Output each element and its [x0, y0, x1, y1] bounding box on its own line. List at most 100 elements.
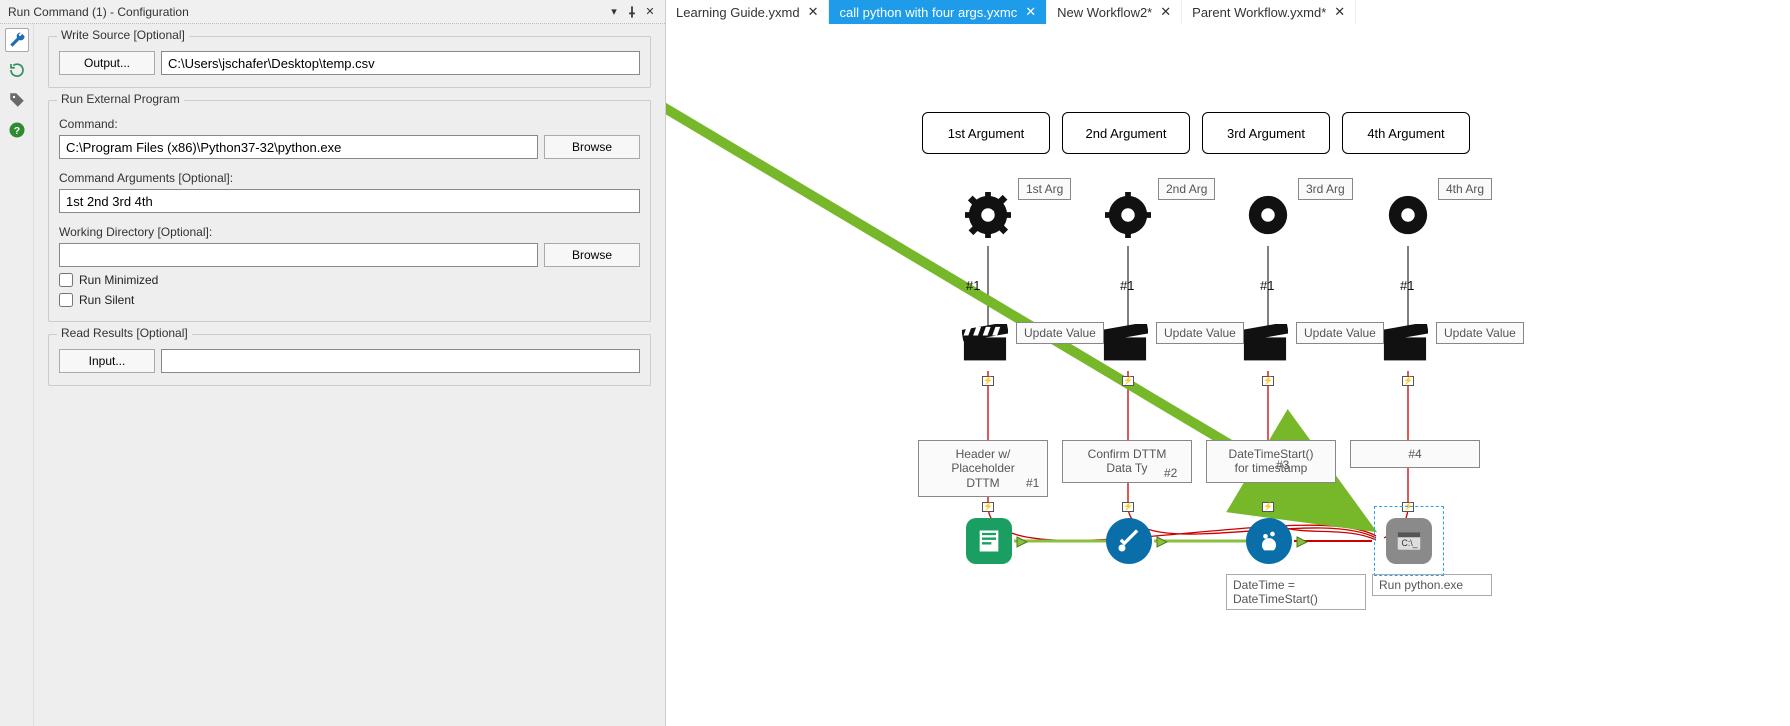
- output-button[interactable]: Output...: [59, 51, 155, 75]
- run-minimized-label: Run Minimized: [79, 273, 158, 287]
- tab-call-python[interactable]: call python with four args.yxmc ✕: [829, 0, 1047, 24]
- caption-text: Header w/ Placeholder DTTM: [951, 447, 1014, 490]
- tab-label: New Workflow2*: [1057, 5, 1152, 20]
- workdir-browse-button[interactable]: Browse: [544, 243, 640, 267]
- document-tabbar: Learning Guide.yxmd ✕ call python with f…: [666, 0, 1790, 26]
- anchor-label: #1: [1120, 278, 1134, 293]
- command-input[interactable]: [59, 135, 538, 159]
- argument-label: 2nd Argument: [1086, 126, 1167, 141]
- args-input[interactable]: [59, 189, 640, 213]
- arg-tag-3: 3rd Arg: [1298, 178, 1353, 200]
- run-external-legend: Run External Program: [57, 92, 184, 106]
- pin-icon[interactable]: [625, 5, 639, 19]
- gear-icon[interactable]: [1245, 192, 1291, 238]
- anchor-label: #1: [966, 278, 980, 293]
- arg-tag-1: 1st Arg: [1018, 178, 1071, 200]
- run-external-group: Run External Program Command: Browse Com…: [48, 100, 651, 322]
- config-sidebar: ?: [0, 24, 34, 726]
- svg-text:C:\_: C:\_: [1402, 538, 1418, 548]
- anchor-num: #2: [1164, 466, 1177, 480]
- clapper-icon[interactable]: [1382, 324, 1428, 364]
- command-browse-button[interactable]: Browse: [544, 135, 640, 159]
- config-panel-header: Run Command (1) - Configuration ▾ ✕: [0, 0, 665, 24]
- lightning-port-icon: ⚡: [1262, 502, 1274, 512]
- run-minimized-checkbox[interactable]: Run Minimized: [59, 273, 640, 287]
- run-silent-input[interactable]: [59, 293, 73, 307]
- svg-text:?: ?: [13, 125, 19, 137]
- workdir-label: Working Directory [Optional]:: [59, 225, 640, 239]
- argument-box-2[interactable]: 2nd Argument: [1062, 112, 1190, 154]
- workdir-input[interactable]: [59, 243, 538, 267]
- run-command-tool-icon[interactable]: C:\_: [1386, 518, 1432, 564]
- argument-box-1[interactable]: 1st Argument: [922, 112, 1050, 154]
- lightning-port-icon: ⚡: [1402, 376, 1414, 386]
- runpy-caption: Run python.exe: [1372, 574, 1492, 596]
- config-form: Write Source [Optional] Output... Run Ex…: [34, 24, 665, 726]
- lightning-port-icon: ⚡: [982, 376, 994, 386]
- tool-caption-4: #4: [1350, 440, 1480, 468]
- caption-text: DateTimeStart() for timestamp: [1229, 447, 1314, 475]
- close-icon[interactable]: ✕: [643, 5, 657, 19]
- tab-learning-guide[interactable]: Learning Guide.yxmd ✕: [666, 0, 829, 24]
- read-results-group: Read Results [Optional] Input...: [48, 334, 651, 386]
- tab-label: Learning Guide.yxmd: [676, 5, 800, 20]
- anchor-label: #1: [1260, 278, 1274, 293]
- output-anchor-icon: [1156, 535, 1168, 547]
- help-icon[interactable]: ?: [5, 118, 29, 142]
- output-path-input[interactable]: [161, 51, 640, 75]
- argument-box-3[interactable]: 3rd Argument: [1202, 112, 1330, 154]
- argument-label: 3rd Argument: [1227, 126, 1305, 141]
- wrench-icon[interactable]: [5, 28, 29, 52]
- config-panel-title: Run Command (1) - Configuration: [8, 5, 603, 19]
- update-value-tag: Update Value: [1296, 322, 1384, 344]
- gear-icon[interactable]: [1385, 192, 1431, 238]
- tab-label: call python with four args.yxmc: [839, 5, 1017, 20]
- close-icon[interactable]: ✕: [1160, 4, 1171, 20]
- input-button[interactable]: Input...: [59, 349, 155, 373]
- lightning-port-icon: ⚡: [1122, 502, 1134, 512]
- clapper-icon[interactable]: [962, 324, 1008, 364]
- arg-tag-2: 2nd Arg: [1158, 178, 1215, 200]
- tab-parent-workflow[interactable]: Parent Workflow.yxmd* ✕: [1182, 0, 1356, 24]
- refresh-icon[interactable]: [5, 58, 29, 82]
- datetime-caption: DateTime = DateTimeStart(): [1226, 574, 1366, 610]
- gear-icon[interactable]: [965, 192, 1011, 238]
- select-tool-icon[interactable]: [1106, 518, 1152, 564]
- workspace: Learning Guide.yxmd ✕ call python with f…: [666, 0, 1790, 726]
- caption-text: Confirm DTTM Data Ty: [1088, 447, 1167, 475]
- dropdown-icon[interactable]: ▾: [607, 5, 621, 19]
- lightning-port-icon: ⚡: [1262, 376, 1274, 386]
- argument-label: 1st Argument: [948, 126, 1025, 141]
- update-value-tag: Update Value: [1016, 322, 1104, 344]
- tab-new-workflow2[interactable]: New Workflow2* ✕: [1047, 0, 1182, 24]
- output-anchor-icon: [1016, 535, 1028, 547]
- update-value-tag: Update Value: [1436, 322, 1524, 344]
- close-icon[interactable]: ✕: [1334, 4, 1345, 20]
- config-panel: Run Command (1) - Configuration ▾ ✕ ?: [0, 0, 666, 726]
- update-value-tag: Update Value: [1156, 322, 1244, 344]
- write-source-group: Write Source [Optional] Output...: [48, 36, 651, 88]
- tab-label: Parent Workflow.yxmd*: [1192, 5, 1326, 20]
- read-results-legend: Read Results [Optional]: [57, 326, 192, 340]
- workflow-canvas[interactable]: 1st Argument 2nd Argument 3rd Argument 4…: [666, 26, 1790, 726]
- args-label: Command Arguments [Optional]:: [59, 171, 640, 185]
- run-minimized-input[interactable]: [59, 273, 73, 287]
- lightning-port-icon: ⚡: [1122, 376, 1134, 386]
- output-anchor-icon: [1296, 535, 1308, 547]
- gear-icon[interactable]: [1105, 192, 1151, 238]
- caption-text: #4: [1408, 447, 1421, 461]
- arg-tag-4: 4th Arg: [1438, 178, 1492, 200]
- argument-label: 4th Argument: [1367, 126, 1444, 141]
- argument-box-4[interactable]: 4th Argument: [1342, 112, 1470, 154]
- text-input-tool-icon[interactable]: [966, 518, 1012, 564]
- close-icon[interactable]: ✕: [808, 4, 819, 20]
- formula-tool-icon[interactable]: [1246, 518, 1292, 564]
- input-path-input[interactable]: [161, 349, 640, 373]
- lightning-port-icon: ⚡: [982, 502, 994, 512]
- anchor-num: #1: [1026, 476, 1039, 490]
- tag-icon[interactable]: [5, 88, 29, 112]
- close-icon[interactable]: ✕: [1025, 4, 1036, 20]
- clapper-icon[interactable]: [1242, 324, 1288, 364]
- clapper-icon[interactable]: [1102, 324, 1148, 364]
- run-silent-checkbox[interactable]: Run Silent: [59, 293, 640, 307]
